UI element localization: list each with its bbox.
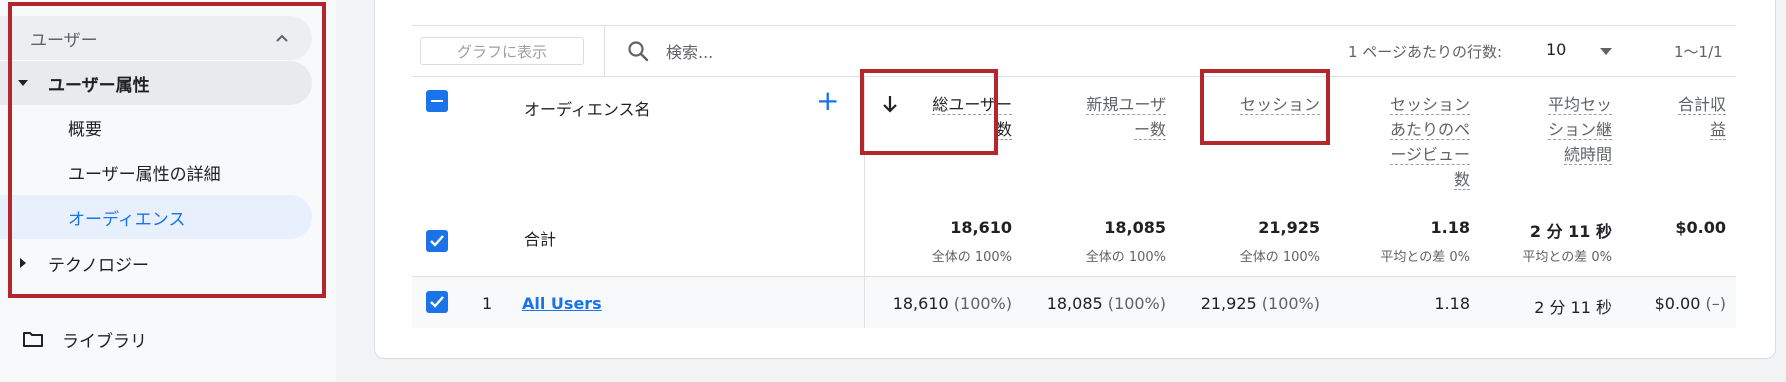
cell-percent: (100%) bbox=[953, 294, 1012, 313]
audience-link-all-users[interactable]: All Users bbox=[522, 294, 602, 313]
sidebar-item-overview[interactable]: 概要 bbox=[0, 105, 312, 149]
column-header-line: 益 bbox=[1709, 120, 1726, 140]
column-header-line: セッション bbox=[1389, 95, 1470, 115]
table-toolbar: グラフに表示 1 ページあたりの行数: 10 1〜1/1 bbox=[412, 25, 1736, 77]
total-value: 18,610 bbox=[950, 218, 1012, 237]
totals-label: 合計 bbox=[524, 230, 557, 249]
column-header-total-users[interactable]: 総ユーザー 数 bbox=[902, 92, 1012, 142]
column-header-line: 平均セッ bbox=[1547, 95, 1612, 115]
sidebar-section-label: テクノロジー bbox=[48, 255, 149, 276]
row-separator bbox=[412, 276, 1736, 277]
rows-per-page-select[interactable]: 10 bbox=[1546, 40, 1566, 59]
total-subtext: 全体の 100% bbox=[1085, 250, 1166, 265]
total-value: 18,085 bbox=[1104, 218, 1166, 237]
indeterminate-icon bbox=[431, 100, 443, 102]
sort-descending-arrow-icon[interactable] bbox=[882, 94, 898, 114]
sidebar-header-users[interactable]: ユーザー bbox=[0, 16, 312, 60]
total-subtext: 全体の 100% bbox=[931, 250, 1012, 265]
table-cell: 21,925 (100%) bbox=[1172, 294, 1320, 313]
column-header-line: ー数 bbox=[1133, 120, 1166, 140]
column-header-line: ション継 bbox=[1547, 120, 1612, 140]
sidebar-item-library[interactable]: ライブラリ bbox=[22, 322, 147, 356]
column-header-sessions[interactable]: セッション bbox=[1182, 92, 1320, 117]
cell-value: 1.18 bbox=[1434, 294, 1470, 313]
cell-percent: (100%) bbox=[1107, 294, 1166, 313]
column-header-line: 数 bbox=[995, 120, 1012, 140]
row-checkbox[interactable] bbox=[426, 291, 448, 313]
total-subtext: 全体の 100% bbox=[1239, 250, 1320, 265]
column-header-total-revenue[interactable]: 合計収 益 bbox=[1622, 92, 1726, 142]
column-header-views-per-session[interactable]: セッション あたりのペ ージビュー 数 bbox=[1332, 92, 1470, 192]
caret-down-icon bbox=[18, 80, 28, 86]
cell-percent: (–) bbox=[1705, 294, 1726, 313]
select-all-checkbox[interactable] bbox=[426, 90, 448, 112]
column-header-line: セッション bbox=[1239, 95, 1320, 115]
sidebar-item-label: ライブラリ bbox=[62, 331, 147, 352]
sidebar-item-label: オーディエンス bbox=[68, 209, 186, 230]
table-cell: $0.00 (–) bbox=[1612, 294, 1726, 313]
total-value: 21,925 bbox=[1258, 218, 1320, 237]
dropdown-arrow-icon[interactable] bbox=[1600, 48, 1612, 55]
caret-right-icon bbox=[20, 258, 26, 268]
total-value: 1.18 bbox=[1430, 218, 1470, 237]
column-header-line: ージビュー bbox=[1390, 145, 1470, 165]
pagination-range: 1〜1/1 bbox=[1674, 43, 1723, 61]
folder-icon bbox=[23, 332, 43, 347]
total-subtext: 平均との差 0% bbox=[1522, 250, 1612, 265]
search-input[interactable] bbox=[664, 38, 968, 66]
plot-in-chart-button[interactable]: グラフに表示 bbox=[420, 37, 584, 65]
sidebar: ユーザー ユーザー属性 概要 ユーザー属性の詳細 オーディエンス テクノロジー … bbox=[0, 0, 336, 382]
total-value: $0.00 bbox=[1675, 218, 1726, 237]
cell-value: 2 分 11 秒 bbox=[1534, 298, 1612, 317]
checkmark-icon bbox=[430, 296, 444, 308]
table-cell: 18,610 (100%) bbox=[882, 294, 1012, 313]
cell-value: 18,610 bbox=[892, 294, 949, 313]
checkmark-icon bbox=[430, 235, 444, 247]
column-header-line: 続時間 bbox=[1563, 145, 1612, 165]
cell-value: 18,085 bbox=[1046, 294, 1103, 313]
column-header-avg-session-duration[interactable]: 平均セッ ション継 続時間 bbox=[1492, 92, 1612, 167]
column-header-new-users[interactable]: 新規ユーザ ー数 bbox=[1042, 92, 1166, 142]
search-icon[interactable] bbox=[626, 39, 650, 63]
sidebar-item-audiences[interactable]: オーディエンス bbox=[0, 195, 312, 239]
sidebar-section-label: ユーザー属性 bbox=[48, 75, 150, 96]
column-header-line: 合計収 bbox=[1677, 95, 1726, 115]
chevron-up-icon bbox=[276, 34, 288, 42]
total-value: 2 分 11 秒 bbox=[1529, 222, 1612, 241]
table-cell: 2 分 11 秒 bbox=[1472, 294, 1612, 318]
sidebar-item-label: 概要 bbox=[68, 119, 102, 140]
sidebar-item-demographic-details[interactable]: ユーザー属性の詳細 bbox=[0, 150, 312, 194]
column-header-audience-name[interactable]: オーディエンス名 bbox=[524, 96, 651, 120]
data-table: オーディエンス名 + 総ユーザー 数 新規ユーザ ー数 セッション セッション … bbox=[412, 69, 1736, 328]
cell-value: $0.00 bbox=[1654, 294, 1701, 313]
cell-percent: (100%) bbox=[1261, 294, 1320, 313]
add-dimension-plus-icon[interactable]: + bbox=[816, 87, 839, 115]
column-divider bbox=[864, 76, 865, 328]
rows-per-page-label: 1 ページあたりの行数: bbox=[1348, 43, 1503, 61]
sidebar-item-label: ユーザー属性の詳細 bbox=[68, 164, 221, 185]
total-subtext: 平均との差 0% bbox=[1380, 250, 1470, 265]
column-header-line: 新規ユーザ bbox=[1086, 95, 1166, 115]
table-cell: 18,085 (100%) bbox=[1022, 294, 1166, 313]
sidebar-header-label: ユーザー bbox=[30, 30, 98, 51]
column-header-line: 総ユーザー bbox=[932, 95, 1012, 115]
table-cell: 1.18 bbox=[1332, 294, 1470, 313]
row-index: 1 bbox=[482, 294, 493, 313]
cell-value: 21,925 bbox=[1200, 294, 1257, 313]
column-header-line: あたりのペ bbox=[1389, 120, 1470, 140]
totals-checkbox[interactable] bbox=[426, 230, 448, 252]
toolbar-divider bbox=[604, 26, 605, 76]
sidebar-section-demographics[interactable]: ユーザー属性 bbox=[0, 61, 312, 105]
sidebar-section-technology[interactable]: テクノロジー bbox=[0, 241, 312, 285]
column-header-line: 数 bbox=[1453, 170, 1470, 190]
